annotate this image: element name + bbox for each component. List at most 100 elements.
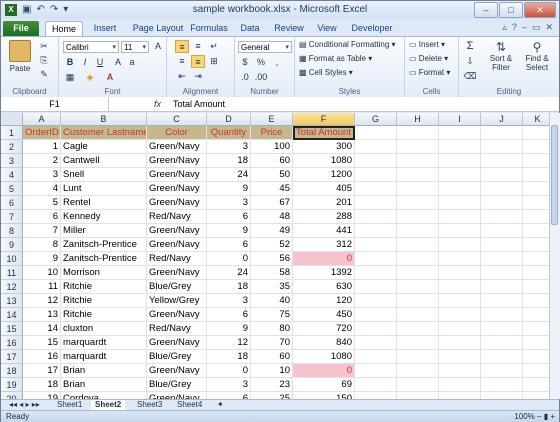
workbook-minimize-icon[interactable]: – bbox=[522, 22, 527, 33]
tab-developer[interactable]: Developer bbox=[349, 21, 395, 36]
empty-cell[interactable] bbox=[355, 154, 397, 168]
empty-cell[interactable] bbox=[481, 224, 523, 238]
empty-cell[interactable] bbox=[523, 154, 549, 168]
empty-cell[interactable] bbox=[523, 182, 549, 196]
column-header[interactable]: G bbox=[355, 113, 397, 126]
empty-cell[interactable] bbox=[355, 392, 397, 399]
empty-cell[interactable] bbox=[355, 308, 397, 322]
empty-cell[interactable] bbox=[355, 224, 397, 238]
table-cell[interactable]: Yellow/Grey bbox=[147, 294, 207, 308]
table-cell[interactable]: Kennedy bbox=[61, 210, 147, 224]
empty-cell[interactable] bbox=[397, 182, 439, 196]
table-cell[interactable]: marquardt bbox=[61, 336, 147, 350]
table-cell[interactable]: 49 bbox=[251, 224, 293, 238]
empty-cell[interactable] bbox=[355, 336, 397, 350]
empty-cell[interactable] bbox=[481, 378, 523, 392]
empty-cell[interactable] bbox=[523, 392, 549, 399]
sheet-tab-3[interactable]: Sheet3 bbox=[133, 400, 166, 410]
name-box[interactable]: F1 bbox=[1, 97, 109, 111]
empty-cell[interactable] bbox=[523, 364, 549, 378]
empty-cell[interactable] bbox=[397, 280, 439, 294]
table-cell[interactable]: Red/Navy bbox=[147, 322, 207, 336]
table-cell[interactable]: 720 bbox=[293, 322, 355, 336]
empty-cell[interactable] bbox=[397, 392, 439, 399]
empty-cell[interactable] bbox=[439, 308, 481, 322]
tab-review[interactable]: Review bbox=[271, 21, 307, 36]
header-cell[interactable]: Customer Lastname bbox=[61, 126, 147, 140]
empty-cell[interactable] bbox=[481, 154, 523, 168]
table-cell[interactable]: 58 bbox=[251, 266, 293, 280]
table-cell[interactable]: 70 bbox=[251, 336, 293, 350]
formula-input[interactable]: Total Amount bbox=[173, 97, 225, 111]
tab-view[interactable]: View bbox=[313, 21, 341, 36]
select-all-corner[interactable] bbox=[1, 113, 23, 126]
find-select-button[interactable]: ⚲ Find & Select bbox=[521, 40, 553, 72]
table-cell[interactable]: 450 bbox=[293, 308, 355, 322]
table-cell[interactable]: 52 bbox=[251, 238, 293, 252]
table-cell[interactable]: 441 bbox=[293, 224, 355, 238]
empty-cell[interactable] bbox=[439, 210, 481, 224]
table-cell[interactable]: 23 bbox=[251, 378, 293, 392]
empty-cell[interactable] bbox=[397, 308, 439, 322]
increase-indent-icon[interactable]: ⇥ bbox=[191, 70, 205, 83]
tab-formulas[interactable]: Formulas bbox=[189, 21, 229, 36]
column-header[interactable]: E bbox=[251, 113, 293, 126]
table-cell[interactable]: Cagle bbox=[61, 140, 147, 154]
table-cell[interactable]: 67 bbox=[251, 196, 293, 210]
table-cell[interactable]: 35 bbox=[251, 280, 293, 294]
table-cell[interactable]: 312 bbox=[293, 238, 355, 252]
table-cell[interactable]: Cordova bbox=[61, 392, 147, 399]
empty-cell[interactable] bbox=[481, 364, 523, 378]
italic-icon[interactable]: I bbox=[78, 56, 92, 69]
table-cell[interactable]: 24 bbox=[207, 168, 251, 182]
paste-button[interactable]: Paste bbox=[7, 40, 33, 73]
table-cell[interactable]: 60 bbox=[251, 350, 293, 364]
row-header[interactable]: 16 bbox=[1, 336, 23, 350]
row-header[interactable]: 20 bbox=[1, 392, 23, 399]
table-cell[interactable]: 45 bbox=[251, 182, 293, 196]
table-cell[interactable]: 8 bbox=[23, 238, 61, 252]
empty-cell[interactable] bbox=[439, 238, 481, 252]
table-cell[interactable]: Green/Navy bbox=[147, 308, 207, 322]
row-header[interactable]: 11 bbox=[1, 266, 23, 280]
empty-cell[interactable] bbox=[397, 196, 439, 210]
table-cell[interactable]: 10 bbox=[251, 364, 293, 378]
empty-cell[interactable] bbox=[523, 196, 549, 210]
table-cell[interactable]: 300 bbox=[293, 140, 355, 154]
cell-styles-button[interactable]: ▩ Cell Styles ▾ bbox=[299, 68, 353, 77]
table-cell[interactable]: Morrison bbox=[61, 266, 147, 280]
empty-cell[interactable] bbox=[481, 266, 523, 280]
table-cell[interactable]: marquardt bbox=[61, 350, 147, 364]
row-header[interactable]: 9 bbox=[1, 238, 23, 252]
empty-cell[interactable] bbox=[397, 336, 439, 350]
row-header[interactable]: 3 bbox=[1, 154, 23, 168]
table-cell[interactable]: Green/Navy bbox=[147, 196, 207, 210]
wrap-text-icon[interactable]: ↵ bbox=[207, 40, 221, 53]
table-cell[interactable]: 201 bbox=[293, 196, 355, 210]
empty-cell[interactable] bbox=[481, 182, 523, 196]
empty-cell[interactable] bbox=[355, 210, 397, 224]
number-format-select[interactable]: General bbox=[238, 41, 292, 54]
table-cell[interactable]: 16 bbox=[23, 350, 61, 364]
table-cell[interactable]: 18 bbox=[207, 280, 251, 294]
table-cell[interactable]: Red/Navy bbox=[147, 252, 207, 266]
table-cell[interactable]: 6 bbox=[207, 308, 251, 322]
format-cells-button[interactable]: ▭ Format ▾ bbox=[409, 68, 450, 77]
empty-cell[interactable] bbox=[481, 350, 523, 364]
table-cell[interactable]: 9 bbox=[207, 182, 251, 196]
empty-cell[interactable] bbox=[439, 364, 481, 378]
empty-cell[interactable] bbox=[355, 140, 397, 154]
table-cell[interactable]: 1 bbox=[23, 140, 61, 154]
column-header[interactable]: A bbox=[23, 113, 61, 126]
table-cell[interactable]: Green/Navy bbox=[147, 238, 207, 252]
empty-cell[interactable] bbox=[397, 238, 439, 252]
row-header[interactable]: 2 bbox=[1, 140, 23, 154]
table-cell[interactable]: Green/Navy bbox=[147, 154, 207, 168]
table-cell[interactable]: 19 bbox=[23, 392, 61, 399]
tab-data[interactable]: Data bbox=[235, 21, 265, 36]
borders-icon[interactable]: ▦ bbox=[63, 71, 77, 84]
table-cell[interactable]: Ritchie bbox=[61, 294, 147, 308]
empty-cell[interactable] bbox=[439, 322, 481, 336]
font-size-select[interactable]: 11 bbox=[121, 41, 149, 54]
empty-cell[interactable] bbox=[481, 168, 523, 182]
